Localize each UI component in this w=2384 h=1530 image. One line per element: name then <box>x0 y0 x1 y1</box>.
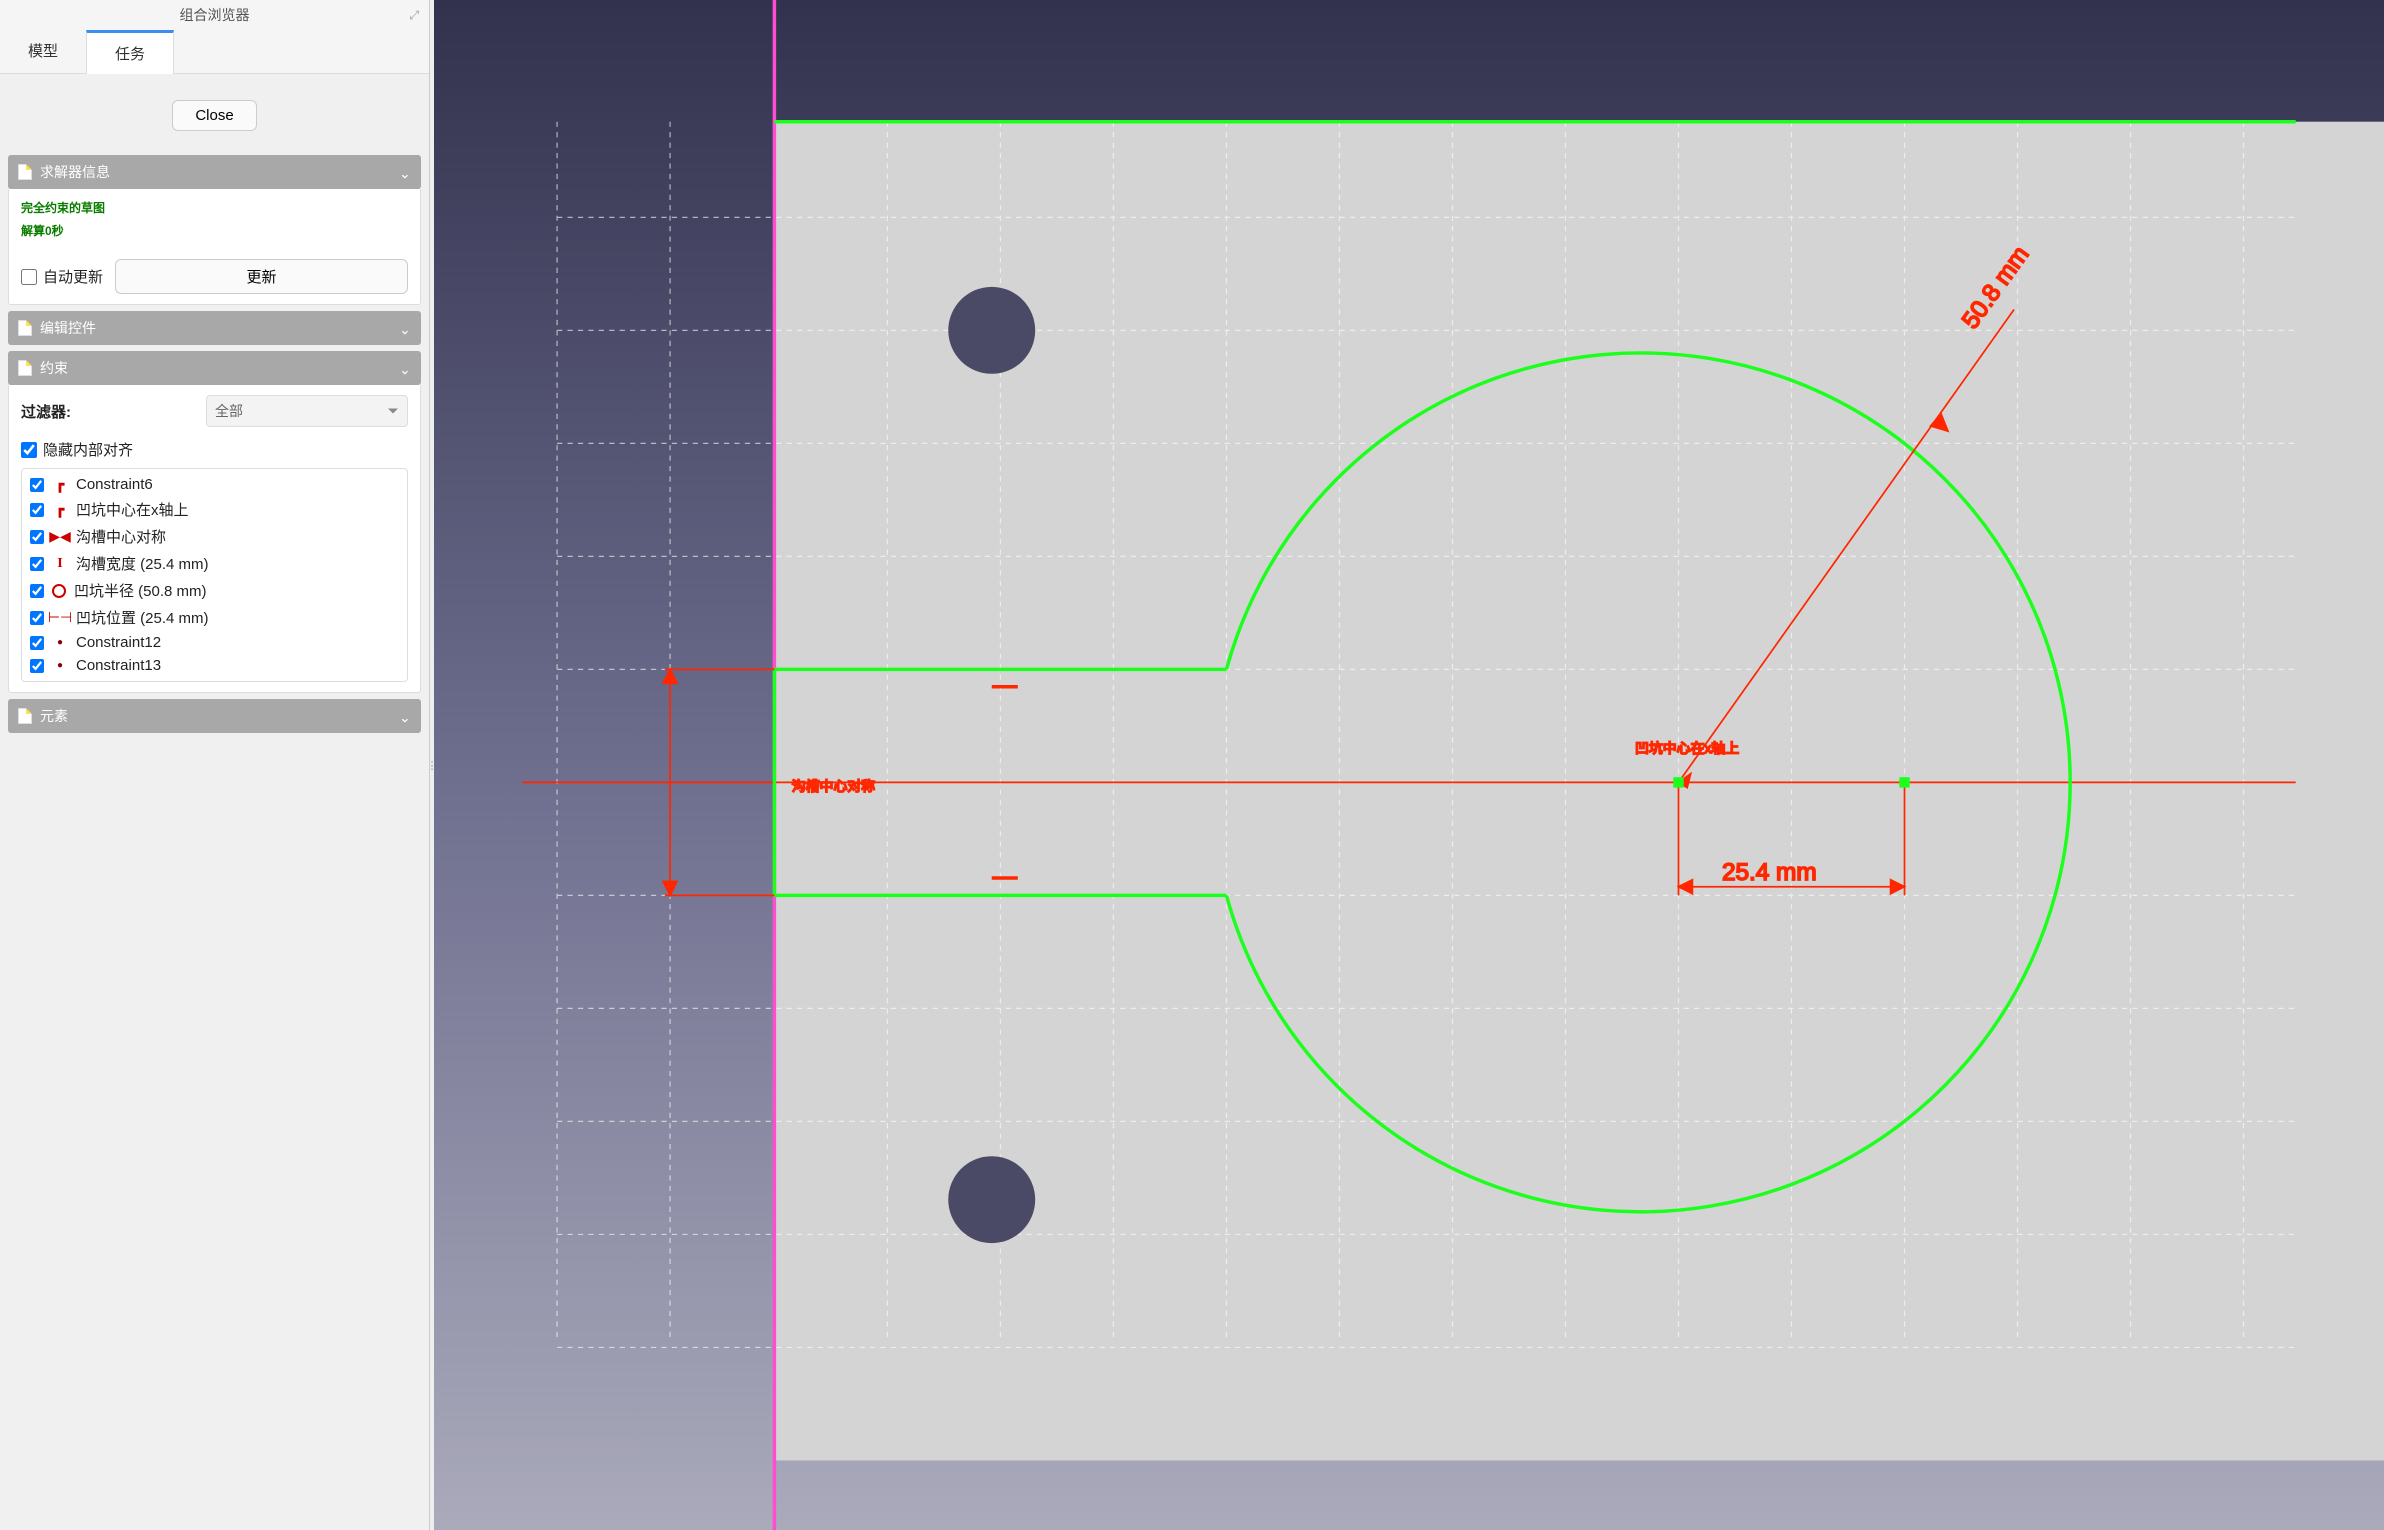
document-icon <box>18 320 32 336</box>
chevron-down-icon: ⌃ <box>399 708 411 725</box>
document-icon <box>18 360 32 376</box>
center-on-x-label: 凹坑中心在x轴上 <box>1635 740 1739 756</box>
section-elements-title: 元素 <box>40 706 399 726</box>
constraint-item[interactable]: ┏ Constraint6 <box>22 473 407 496</box>
filter-label: 过滤器: <box>21 401 206 422</box>
tab-model[interactable]: 模型 <box>0 30 86 73</box>
point-icon: ● <box>52 635 68 651</box>
constraint-item[interactable]: 凹坑半径 (50.8 mm) <box>22 577 407 604</box>
tangent-icon: ┏ <box>52 502 68 518</box>
hole-top <box>948 287 1035 374</box>
chevron-down-icon: ⌃ <box>399 320 411 337</box>
chevron-down-icon: ⌃ <box>399 360 411 377</box>
sketch-canvas-svg[interactable]: 50.8 mm 25.4 mm 凹坑中心在x轴上 沟槽中心对称 <box>434 0 2384 1530</box>
section-solver-title: 求解器信息 <box>40 162 399 182</box>
auto-update-label: 自动更新 <box>43 266 103 287</box>
solver-status-1: 完全约束的草图 <box>21 199 408 216</box>
constraint-checkbox[interactable] <box>30 530 44 544</box>
update-button[interactable]: 更新 <box>115 259 408 294</box>
chevron-down-icon: ⌃ <box>399 164 411 181</box>
section-edit-controls: 编辑控件 ⌃ <box>8 311 421 345</box>
sketch-viewport[interactable]: 50.8 mm 25.4 mm 凹坑中心在x轴上 沟槽中心对称 <box>434 0 2384 1530</box>
hole-bottom <box>948 1156 1035 1243</box>
section-solver-content: 完全约束的草图 解算0秒 自动更新 更新 <box>8 189 421 305</box>
constraint-label: Constraint6 <box>76 476 153 493</box>
constraint-label: 沟槽宽度 (25.4 mm) <box>76 553 209 574</box>
section-elements: 元素 ⌃ <box>8 699 421 733</box>
auto-update-input[interactable] <box>21 269 37 285</box>
constraint-checkbox[interactable] <box>30 584 44 598</box>
panel-title: 组合浏览器 <box>180 5 250 25</box>
symmetry-icon: ▶◀ <box>52 529 68 545</box>
auto-update-checkbox[interactable]: 自动更新 <box>21 266 103 287</box>
constraint-checkbox[interactable] <box>30 478 44 492</box>
section-solver-header[interactable]: 求解器信息 ⌃ <box>8 155 421 189</box>
panel-collapse-icon[interactable]: ⤢ <box>409 8 419 23</box>
constraint-checkbox[interactable] <box>30 503 44 517</box>
section-constraints-header[interactable]: 约束 ⌃ <box>8 351 421 385</box>
constraint-label: 凹坑位置 (25.4 mm) <box>76 607 209 628</box>
constraint-checkbox[interactable] <box>30 659 44 673</box>
section-edit-title: 编辑控件 <box>40 318 399 338</box>
constraint-item[interactable]: ▶◀ 沟槽中心对称 <box>22 523 407 550</box>
tangent-icon: ┏ <box>52 477 68 493</box>
constraint-label: Constraint12 <box>76 634 161 651</box>
constraint-list[interactable]: ┏ Constraint6 ┏ 凹坑中心在x轴上 ▶◀ 沟槽中心对称 I 沟槽宽度 (25.4… <box>21 468 408 682</box>
section-constraints: 约束 ⌃ 过滤器: 全部 隐藏内部对齐 ┏ Constraint6 ┏ 凹坑中心在x轴… <box>8 351 421 693</box>
constraint-checkbox[interactable] <box>30 611 44 625</box>
solver-status-2: 解算0秒 <box>21 222 408 239</box>
constraint-checkbox[interactable] <box>30 557 44 571</box>
vertical-distance-icon: I <box>52 556 68 572</box>
section-constraints-content: 过滤器: 全部 隐藏内部对齐 ┏ Constraint6 ┏ 凹坑中心在x轴上 ▶◀ 沟槽… <box>8 385 421 693</box>
combo-browser-panel: 组合浏览器 ⤢ 模型 任务 Close 求解器信息 ⌃ 完全约束的草图 解算0秒… <box>0 0 430 1530</box>
constraint-label: 凹坑半径 (50.8 mm) <box>74 580 207 601</box>
constraint-label: 凹坑中心在x轴上 <box>76 499 189 520</box>
dim-disth-text: 25.4 mm <box>1722 859 1817 886</box>
constraint-label: Constraint13 <box>76 657 161 674</box>
hide-internal-checkbox[interactable]: 隐藏内部对齐 <box>21 439 408 460</box>
close-button[interactable]: Close <box>172 100 256 131</box>
point-icon: ● <box>52 658 68 674</box>
task-body: Close 求解器信息 ⌃ 完全约束的草图 解算0秒 自动更新 更新 <box>0 74 429 1530</box>
section-elements-header[interactable]: 元素 ⌃ <box>8 699 421 733</box>
document-icon <box>18 164 32 180</box>
document-icon <box>18 708 32 724</box>
hide-internal-label: 隐藏内部对齐 <box>43 439 133 460</box>
hide-internal-input[interactable] <box>21 442 37 458</box>
horizontal-distance-icon: ⊢⊣ <box>52 610 68 626</box>
constraint-label: 沟槽中心对称 <box>76 526 166 547</box>
constraint-item[interactable]: I 沟槽宽度 (25.4 mm) <box>22 550 407 577</box>
constraint-item[interactable]: ● Constraint13 <box>22 654 407 677</box>
tab-bar: 模型 任务 <box>0 30 429 74</box>
constraint-item[interactable]: ⊢⊣ 凹坑位置 (25.4 mm) <box>22 604 407 631</box>
tab-tasks[interactable]: 任务 <box>86 30 174 74</box>
section-edit-header[interactable]: 编辑控件 ⌃ <box>8 311 421 345</box>
constraint-checkbox[interactable] <box>30 636 44 650</box>
section-constraints-title: 约束 <box>40 358 399 378</box>
panel-header: 组合浏览器 ⤢ <box>0 0 429 30</box>
constraint-item[interactable]: ┏ 凹坑中心在x轴上 <box>22 496 407 523</box>
section-solver: 求解器信息 ⌃ 完全约束的草图 解算0秒 自动更新 更新 <box>8 155 421 305</box>
slot-sym-label: 沟槽中心对称 <box>792 778 875 794</box>
radius-icon <box>52 584 66 598</box>
constraint-item[interactable]: ● Constraint12 <box>22 631 407 654</box>
filter-select[interactable]: 全部 <box>206 395 408 427</box>
